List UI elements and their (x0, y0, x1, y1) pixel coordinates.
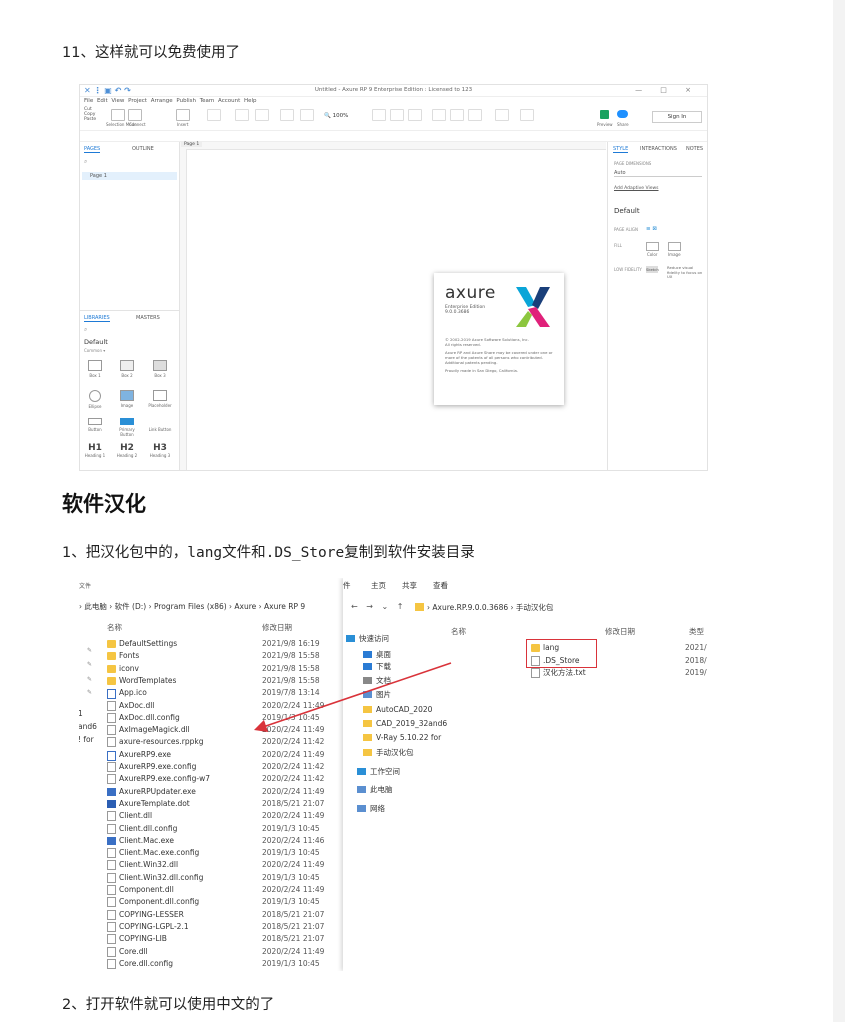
widget-image[interactable]: Image (112, 388, 142, 416)
section-title: 软件汉化 (62, 492, 146, 516)
widget-heading-3[interactable]: H3 Heading 3 (145, 441, 175, 469)
fill-image-label: Image (668, 252, 681, 257)
clipboard-group: Cut Copy Paste (84, 107, 96, 122)
sign-in-button[interactable]: Sign In (652, 111, 702, 123)
red-arrow-icon (253, 662, 452, 732)
widget-heading-1[interactable]: H1 Heading 1 (80, 441, 110, 469)
pages-search-icon[interactable]: ⌕ (84, 158, 87, 166)
axure-x-logo-icon (516, 287, 550, 327)
step-11-text: 11、这样就可以免费使用了 (62, 45, 240, 61)
step-1-text: 1、把汉化包中的，lang文件和.DS_Store复制到软件安装目录 (62, 545, 475, 561)
toolbar-icon-2[interactable] (235, 109, 249, 121)
splash-legal: © 2002-2019 Axure Software Solutions, In… (445, 337, 553, 373)
toolbar-icon-4[interactable] (280, 109, 294, 121)
toolbar-icon-7[interactable] (390, 109, 404, 121)
connect-label: Connect (129, 122, 146, 127)
step-2-text: 2、打开软件就可以使用中文的了 (62, 997, 275, 1013)
axure-logo-text: axure (445, 283, 496, 303)
fill-image-icon[interactable] (668, 242, 681, 251)
axure-window-title: Untitled - Axure RP 9 Enterprise Edition… (314, 87, 473, 93)
canvas-tab-page-1[interactable]: Page 1 (181, 142, 203, 147)
axure-splash-dialog: axure Enterprise Edition 9.0.0.3686 © 20… (434, 273, 564, 405)
preview-label: Preview (597, 122, 613, 127)
tab-style[interactable]: STYLE (613, 146, 629, 153)
tab-outline[interactable]: OUTLINE (132, 146, 154, 152)
tab-pages[interactable]: PAGES (84, 146, 101, 153)
right-panel: STYLE INTERACTIONS NOTES PAGE DIMENSIONS… (607, 142, 707, 470)
format-toolbar (80, 131, 707, 142)
page-align-icons[interactable]: ≡ ⊠ (646, 226, 657, 232)
axure-titlebar: ✕ ⋮ ▣ ↶ ↷ Untitled - Axure RP 9 Enterpri… (80, 85, 707, 97)
tab-interactions[interactable]: INTERACTIONS (640, 146, 677, 152)
paste-button[interactable]: Paste (84, 117, 96, 122)
toolbar-icon-6[interactable] (372, 109, 386, 121)
splash-edition: Enterprise Edition 9.0.0.3686 (445, 305, 486, 315)
design-canvas[interactable]: Page 1 axure Enterprise Edition 9.0.0.36… (180, 142, 606, 470)
toolbar-icon-10[interactable] (450, 109, 464, 121)
tab-libraries[interactable]: LIBRARIES (84, 315, 110, 322)
fill-color-icon[interactable] (646, 242, 659, 251)
window-controls[interactable]: — □ × (635, 86, 699, 94)
insert-icon[interactable] (176, 109, 190, 121)
page-item-page-1[interactable]: Page 1 (82, 172, 177, 180)
library-group-label: Common ▾ (84, 348, 106, 353)
libraries-panel: LIBRARIES MASTERS ⌕ Default Common ▾ Box… (80, 310, 179, 470)
widget-button[interactable]: Button (80, 416, 110, 444)
widget-box-2[interactable]: Box 2 (112, 358, 142, 386)
low-fidelity-label: LOW FIDELITY (614, 267, 642, 272)
axure-menubar[interactable]: File Edit View Project Arrange Publish T… (84, 98, 257, 104)
toolbar-icon-9[interactable] (432, 109, 446, 121)
page-align-label: PAGE ALIGN (614, 227, 638, 232)
insert-label: Insert (177, 122, 189, 127)
share-cloud-icon[interactable] (617, 110, 628, 118)
toolbar-icon-3[interactable] (255, 109, 269, 121)
axure-screenshot: ✕ ⋮ ▣ ↶ ↷ Untitled - Axure RP 9 Enterpri… (79, 84, 708, 471)
left-panel: PAGES OUTLINE ⌕ Page 1 LIBRARIES MASTERS… (80, 142, 180, 470)
libraries-search-icon[interactable]: ⌕ (84, 326, 87, 334)
toolbar-icon-13[interactable] (520, 109, 534, 121)
toolbar-icon-8[interactable] (408, 109, 422, 121)
tab-masters[interactable]: MASTERS (136, 315, 160, 321)
page-dimensions-select[interactable]: Auto (614, 170, 702, 177)
toolbar-icon-1[interactable] (207, 109, 221, 121)
widget-placeholder[interactable]: Placeholder (145, 388, 175, 416)
library-select[interactable]: Default (84, 338, 108, 346)
widget-box-1[interactable]: Box 1 (80, 358, 110, 386)
toolbar-icon-12[interactable] (495, 109, 509, 121)
preview-icon[interactable] (600, 110, 609, 119)
style-default-select[interactable]: Default (614, 207, 640, 215)
widget-heading-2[interactable]: H2 Heading 2 (112, 441, 142, 469)
page-dimensions-label: PAGE DIMENSIONS (614, 161, 652, 166)
sketch-toggle[interactable]: Sketch (646, 266, 659, 273)
connect-icon[interactable] (128, 109, 142, 121)
widget-primary-button[interactable]: Primary Button (112, 416, 142, 444)
add-adaptive-views-link[interactable]: Add Adaptive Views (614, 186, 659, 191)
toolbar-icon-11[interactable] (468, 109, 482, 121)
widget-link-button[interactable]: Link Button (145, 416, 175, 444)
low-fidelity-desc: Reduce visual fidelity to focus on UX (667, 265, 703, 279)
ruler-horizontal (180, 142, 606, 150)
explorer-screenshot: 文件 › 此电脑 › 软件 (D:) › Program Files (x86)… (79, 578, 707, 971)
axure-toolbar: Cut Copy Paste Selection Mode Connect In… (80, 106, 707, 131)
ruler-vertical (180, 149, 187, 470)
widget-box-3[interactable]: Box 3 (145, 358, 175, 386)
tab-notes[interactable]: NOTES (686, 146, 703, 152)
page-scrollbar[interactable] (833, 0, 845, 1022)
widget-ellipse[interactable]: Ellipse (80, 388, 110, 416)
toolbar-icon-5[interactable] (300, 109, 314, 121)
fill-label: FILL (614, 243, 622, 248)
zoom-select[interactable]: 🔍 100% (324, 113, 348, 119)
selection-mode-icon[interactable] (111, 109, 125, 121)
fill-color-label: Color (647, 252, 658, 257)
share-label: Share (617, 122, 629, 127)
